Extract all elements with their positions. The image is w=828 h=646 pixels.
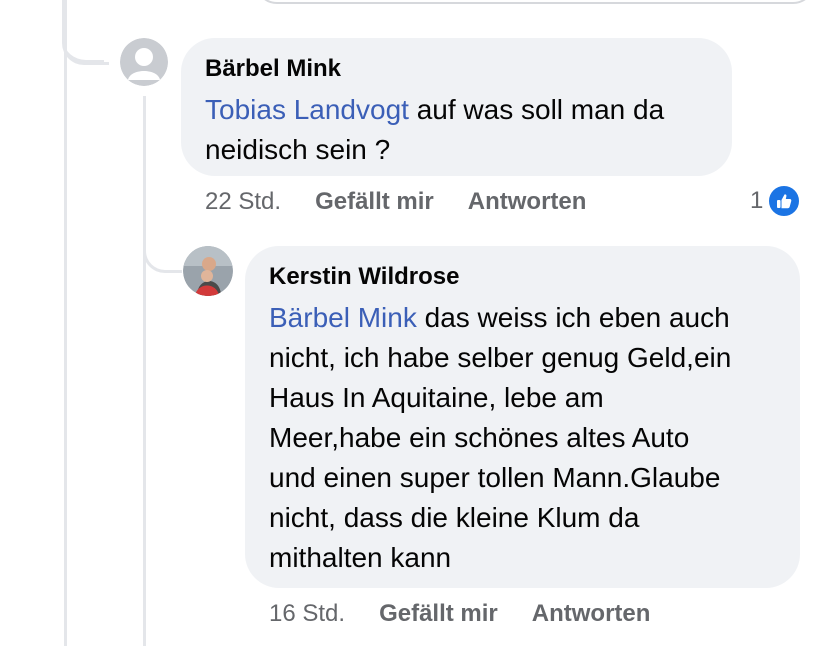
comment-text-part: auf was soll man da bbox=[408, 94, 665, 125]
comment-text-part: mithalten kann bbox=[269, 542, 452, 573]
comment-text-part: und einen super tollen Mann.Glaube bbox=[269, 462, 721, 493]
reaction-summary[interactable]: 1 bbox=[750, 184, 802, 218]
previous-comment-box[interactable] bbox=[255, 0, 815, 4]
comment-timestamp[interactable]: 16 Std. bbox=[269, 600, 345, 628]
comment-bubble: Kerstin Wildrose Bärbel Mink das weiss i… bbox=[245, 246, 800, 588]
comment-bubble: Bärbel Mink Tobias Landvogt auf was soll… bbox=[181, 38, 732, 176]
mention-link[interactable]: Tobias Landvogt bbox=[205, 94, 409, 125]
comment-text-part: Haus In Aquitaine, lebe am bbox=[269, 382, 604, 413]
comment-text-part: nicht, ich habe selber genug Geld,ein bbox=[269, 342, 732, 373]
default-user-avatar-icon[interactable] bbox=[120, 38, 168, 86]
comment-text-part: neidisch sein ? bbox=[205, 134, 391, 165]
thread-line-inner bbox=[143, 96, 146, 646]
comment-text: Bärbel Mink das weiss ich eben auch nich… bbox=[269, 298, 776, 578]
comment-author[interactable]: Bärbel Mink bbox=[205, 54, 708, 84]
mention-link[interactable]: Bärbel Mink bbox=[269, 302, 417, 333]
like-button[interactable]: Gefällt mir bbox=[379, 600, 498, 628]
thread-connector-curve-inner bbox=[143, 228, 182, 273]
comment-text: Tobias Landvogt auf was soll man da neid… bbox=[205, 90, 708, 170]
thread-line-outer bbox=[64, 0, 67, 646]
comment-text-part: das weiss ich eben auch bbox=[416, 302, 730, 333]
thumbs-up-icon bbox=[767, 184, 802, 218]
reaction-count: 1 bbox=[750, 187, 764, 214]
thread-connector-curve-top bbox=[62, 0, 109, 65]
comment-text-part: Meer,habe ein schönes altes Auto bbox=[269, 422, 690, 453]
reply-button[interactable]: Antworten bbox=[532, 600, 651, 628]
comment-actions: 22 Std. Gefällt mir Antworten bbox=[205, 188, 620, 216]
comment-thread: Bärbel Mink Tobias Landvogt auf was soll… bbox=[0, 0, 828, 646]
comment-timestamp[interactable]: 22 Std. bbox=[205, 188, 281, 216]
profile-photo-avatar[interactable] bbox=[183, 246, 233, 296]
reply-button[interactable]: Antworten bbox=[468, 188, 587, 216]
comment-text-part: nicht, dass die kleine Klum da bbox=[269, 502, 640, 533]
like-button[interactable]: Gefällt mir bbox=[315, 188, 434, 216]
comment-actions: 16 Std. Gefällt mir Antworten bbox=[269, 600, 684, 628]
comment-author[interactable]: Kerstin Wildrose bbox=[269, 262, 776, 292]
